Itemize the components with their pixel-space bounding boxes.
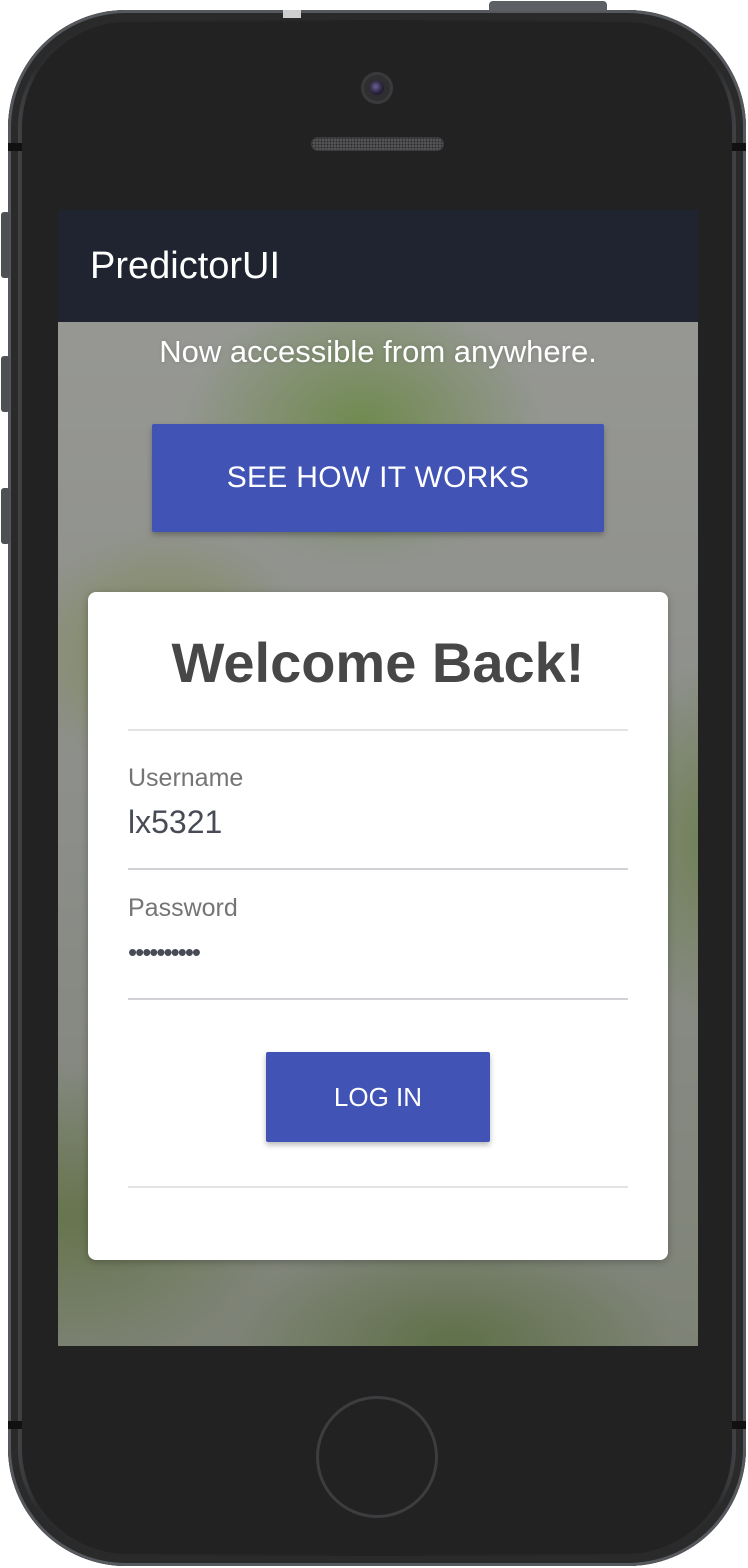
antenna-line bbox=[283, 10, 301, 18]
volume-up-button bbox=[1, 356, 10, 412]
power-button bbox=[489, 1, 607, 11]
volume-down-button bbox=[1, 488, 10, 544]
welcome-heading: Welcome Back! bbox=[171, 631, 585, 694]
antenna-line bbox=[8, 1421, 22, 1429]
username-label: Username bbox=[128, 764, 244, 792]
antenna-line bbox=[732, 143, 746, 151]
antenna-line bbox=[732, 1421, 746, 1429]
log-in-button[interactable]: LOG IN bbox=[266, 1052, 490, 1142]
hero-tagline: Now accessible from anywhere. bbox=[159, 334, 597, 369]
password-label: Password bbox=[128, 894, 238, 922]
card-divider-top bbox=[128, 729, 628, 731]
username-field: Username bbox=[128, 764, 628, 870]
password-field: Password •••••••••• bbox=[128, 894, 628, 1000]
login-card: Welcome Back! Username Password ••••••••… bbox=[88, 592, 668, 1260]
mute-switch bbox=[1, 212, 10, 278]
app-bar: PredictorUI bbox=[58, 210, 698, 322]
home-button-icon[interactable] bbox=[316, 1396, 438, 1518]
app-screen: PredictorUI Now accessible from anywhere… bbox=[58, 210, 698, 1346]
card-divider-bottom bbox=[128, 1186, 628, 1188]
username-input[interactable] bbox=[128, 802, 628, 842]
app-title: PredictorUI bbox=[90, 244, 281, 287]
password-input[interactable]: •••••••••• bbox=[128, 932, 628, 972]
password-underline bbox=[128, 998, 628, 1000]
see-how-it-works-button[interactable]: SEE HOW IT WORKS bbox=[152, 424, 604, 532]
earpiece-speaker-icon bbox=[311, 137, 444, 151]
antenna-line bbox=[8, 143, 22, 151]
username-underline bbox=[128, 868, 628, 870]
front-camera-icon bbox=[361, 72, 393, 104]
